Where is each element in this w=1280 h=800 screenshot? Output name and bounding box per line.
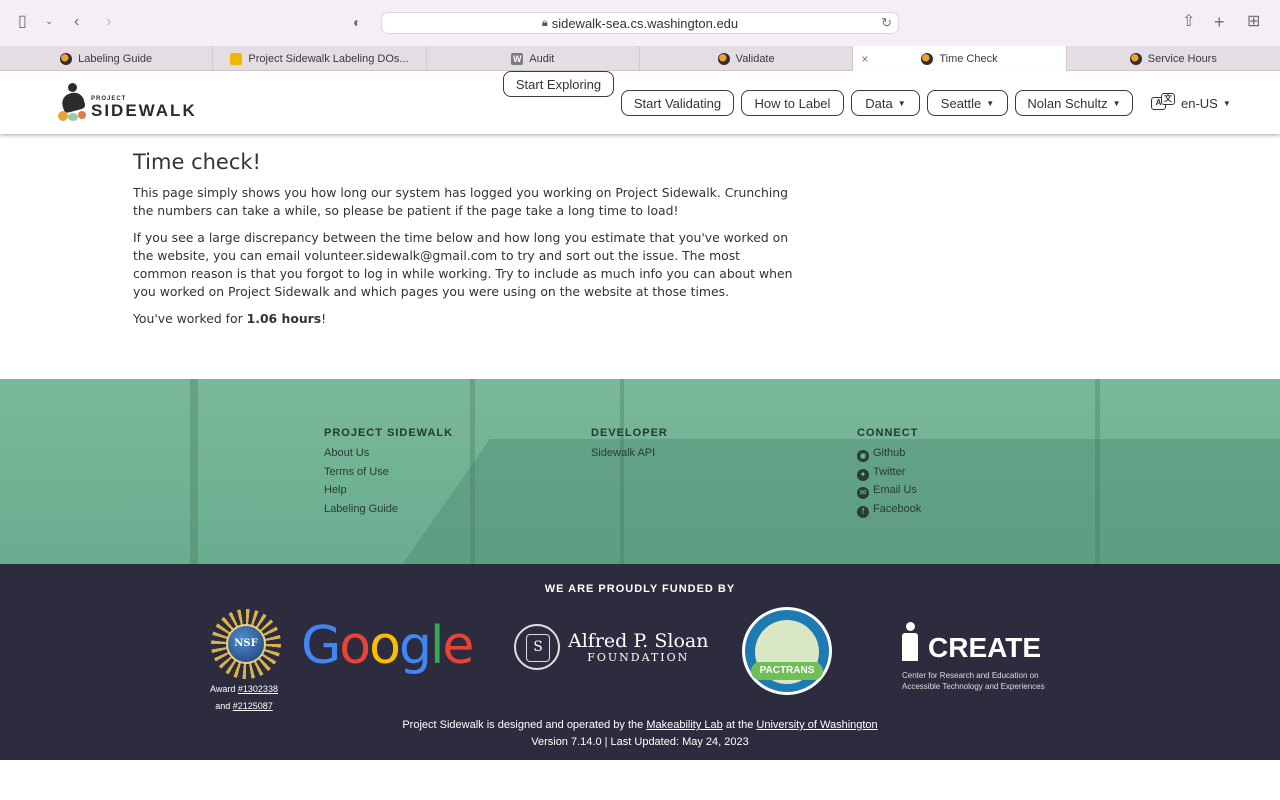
footer-heading: CONNECT xyxy=(857,427,919,439)
tab-label: Validate xyxy=(735,52,775,65)
pactrans-logo[interactable]: PACTRANS xyxy=(742,607,832,695)
close-tab-icon[interactable]: × xyxy=(861,52,868,66)
caret-down-icon: ▼ xyxy=(986,98,995,108)
tab-label: Labeling Guide xyxy=(78,52,153,65)
discrepancy-paragraph: If you see a large discrepancy between t… xyxy=(133,230,793,299)
about-us-link[interactable]: About Us xyxy=(324,444,453,463)
start-validating-button[interactable]: Start Validating xyxy=(621,90,734,116)
version-text: Version 7.14.0 | Last Updated: May 24, 2… xyxy=(531,736,749,748)
tab-label: Audit xyxy=(529,52,555,65)
project-sidewalk-logo[interactable]: PROJECT SIDEWALK xyxy=(58,83,197,121)
caret-down-icon: ▼ xyxy=(1112,98,1121,108)
footer-column-connect: CONNECT ◉ Github ✦ Twitter ✉ Email Us f Face… xyxy=(857,427,921,518)
twitter-link[interactable]: ✦ Twitter xyxy=(857,463,921,482)
sloan-foundation-logo[interactable]: Alfred P. Sloan FOUNDATION xyxy=(514,624,708,670)
chevron-down-icon[interactable]: ⌄ xyxy=(45,12,53,32)
back-arrow-icon[interactable]: ‹ xyxy=(74,12,79,32)
award-1-link[interactable]: #1302338 xyxy=(238,684,278,694)
tab-audit[interactable]: W Audit xyxy=(427,46,640,71)
award-line-1: Award #1302338 xyxy=(210,684,278,694)
logo-big-text: SIDEWALK xyxy=(91,101,197,120)
share-icon[interactable]: ⇧ xyxy=(1182,12,1195,32)
google-slides-icon xyxy=(230,52,243,65)
language-icon: A 文 xyxy=(1151,93,1177,113)
university-of-washington-link[interactable]: University of Washington xyxy=(756,719,877,731)
tab-time-check[interactable]: × Time Check xyxy=(853,46,1067,71)
language-dropdown[interactable]: A 文 en-US ▼ xyxy=(1151,93,1231,113)
button-label: Data xyxy=(865,95,893,111)
nsf-logo[interactable]: NSF xyxy=(209,607,283,681)
reload-icon[interactable]: ↻ xyxy=(881,15,892,31)
create-figure-icon xyxy=(902,622,924,662)
credits: Project Sidewalk is designed and operate… xyxy=(0,717,1280,751)
project-sidewalk-icon xyxy=(717,52,730,65)
footer-column-developer: DEVELOPER Sidewalk API xyxy=(591,427,668,463)
button-label: Seattle xyxy=(940,95,982,111)
tab-labeling-dos[interactable]: Project Sidewalk Labeling DOs... xyxy=(213,46,427,71)
email-link[interactable]: ✉ Email Us xyxy=(857,481,921,500)
facebook-icon: f xyxy=(857,505,869,518)
new-tab-icon[interactable]: + xyxy=(1214,12,1225,32)
project-sidewalk-icon xyxy=(921,52,934,65)
tab-bar: Labeling Guide Project Sidewalk Labeling… xyxy=(0,46,1280,71)
footer-heading: PROJECT SIDEWALK xyxy=(324,427,454,439)
worked-hours-value: 1.06 hours xyxy=(246,311,322,326)
award-2-link[interactable]: #2125087 xyxy=(233,701,273,711)
site-header: PROJECT SIDEWALK Start Exploring Start V… xyxy=(0,71,1280,134)
facebook-link[interactable]: f Facebook xyxy=(857,500,921,519)
terms-of-use-link[interactable]: Terms of Use xyxy=(324,463,453,482)
sidebar-toggle-icon[interactable]: ▯ xyxy=(18,12,27,32)
project-sidewalk-icon xyxy=(60,52,73,65)
tab-validate[interactable]: Validate xyxy=(640,46,854,71)
button-label: Start Exploring xyxy=(515,76,602,92)
sloan-seal-icon xyxy=(514,624,560,670)
email-icon: ✉ xyxy=(857,487,869,499)
logo-mark-icon xyxy=(58,83,88,121)
worked-hours-text: You've worked for 1.06 hours! xyxy=(133,311,327,326)
tab-label: Time Check xyxy=(939,52,998,65)
forward-arrow-icon[interactable]: › xyxy=(106,12,111,32)
sidewalk-api-link[interactable]: Sidewalk API xyxy=(591,444,668,463)
footer-links: PROJECT SIDEWALK About Us Terms of Use H… xyxy=(0,379,1280,564)
tab-label: Project Sidewalk Labeling DOs... xyxy=(248,52,409,65)
footer-column-project: PROJECT SIDEWALK About Us Terms of Use H… xyxy=(324,427,453,518)
privacy-shield-icon[interactable]: ◐ xyxy=(353,12,361,32)
button-label: Start Validating xyxy=(633,95,722,111)
tab-service-hours[interactable]: Service Hours xyxy=(1067,46,1280,71)
award-line-2: and #2125087 xyxy=(215,701,273,711)
project-sidewalk-icon xyxy=(1129,52,1142,65)
github-link[interactable]: ◉ Github xyxy=(857,444,921,463)
browser-toolbar: ▯ ⌄ ‹ › ◐ 🔒︎ sidewalk-sea.cs.washington.… xyxy=(0,0,1280,46)
twitter-icon: ✦ xyxy=(857,468,869,481)
start-exploring-button[interactable]: Start Exploring xyxy=(503,71,614,97)
funded-title: WE ARE PROUDLY FUNDED BY xyxy=(544,583,736,595)
data-dropdown[interactable]: Data ▼ xyxy=(851,90,920,116)
labeling-guide-link[interactable]: Labeling Guide xyxy=(324,500,453,519)
how-to-label-button[interactable]: How to Label xyxy=(741,90,844,116)
button-label: How to Label xyxy=(754,95,831,111)
tab-label: Service Hours xyxy=(1147,52,1217,65)
footer-heading: DEVELOPER xyxy=(591,427,668,439)
intro-paragraph: This page simply shows you how long our … xyxy=(133,185,789,218)
user-dropdown[interactable]: Nolan Schultz ▼ xyxy=(1015,90,1133,116)
language-label: en-US xyxy=(1181,95,1218,111)
page-title: Time check! xyxy=(133,150,261,174)
github-icon: ◉ xyxy=(857,450,869,462)
caret-down-icon: ▼ xyxy=(897,98,906,108)
google-logo[interactable]: Google xyxy=(301,616,474,676)
address-bar[interactable]: 🔒︎ sidewalk-sea.cs.washington.edu ↻ xyxy=(381,12,899,34)
w-icon: W xyxy=(511,52,524,65)
funders-section: WE ARE PROUDLY FUNDED BY NSF Award #1302… xyxy=(0,564,1280,760)
button-label: Nolan Schultz xyxy=(1027,95,1108,111)
makeability-lab-link[interactable]: Makeability Lab xyxy=(646,719,722,731)
main-content: Time check! This page simply shows you h… xyxy=(133,150,793,337)
caret-down-icon: ▼ xyxy=(1222,98,1231,108)
lock-icon: 🔒︎ xyxy=(541,16,548,29)
url-text: sidewalk-sea.cs.washington.edu xyxy=(551,15,739,31)
help-link[interactable]: Help xyxy=(324,481,453,500)
city-dropdown[interactable]: Seattle ▼ xyxy=(927,90,1008,116)
tab-overview-icon[interactable]: ⊞ xyxy=(1247,12,1260,32)
tab-labeling-guide[interactable]: Labeling Guide xyxy=(0,46,214,71)
